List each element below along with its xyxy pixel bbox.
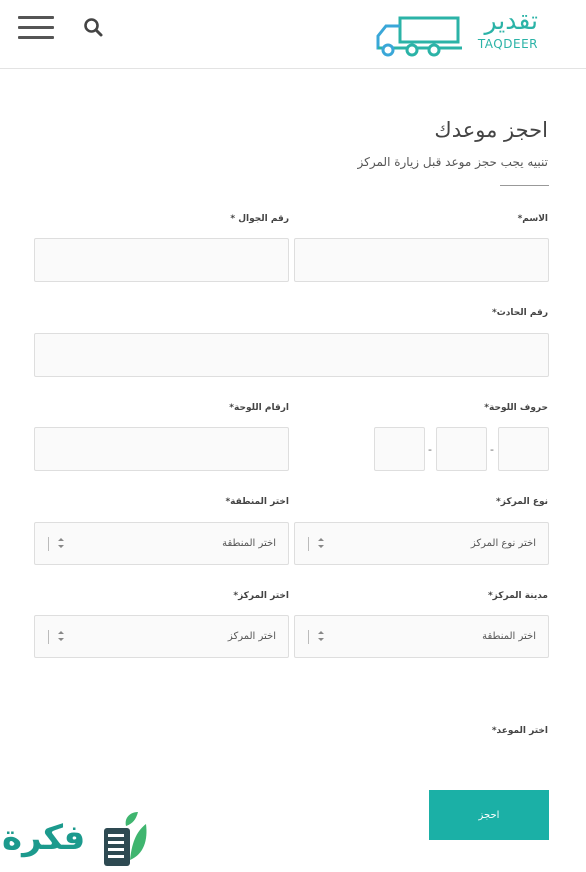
book-leaf-icon	[104, 812, 147, 866]
center-select[interactable]: اختر المركز	[34, 615, 289, 658]
appointment-label: اختر الموعد*	[491, 726, 548, 736]
center-city-select[interactable]: اختر المنطقة	[294, 615, 549, 658]
select-divider	[48, 630, 49, 644]
center-label: اختر المركز*	[233, 591, 289, 601]
select-divider	[308, 630, 309, 644]
menu-icon[interactable]	[18, 14, 54, 40]
plate-numbers-input[interactable]	[34, 427, 289, 471]
plate-numbers-label: ارقام اللوحة*	[229, 403, 289, 413]
center-value: اختر المركز	[227, 631, 276, 642]
accident-number-label: رقم الحادث*	[492, 308, 548, 318]
page-title: احجز موعدك	[434, 118, 548, 142]
watermark-logo: فكرة	[0, 806, 160, 872]
search-icon[interactable]	[82, 16, 106, 40]
truck-icon	[376, 16, 462, 57]
accident-number-input[interactable]	[34, 333, 549, 377]
center-type-label: نوع المركز*	[496, 497, 548, 507]
center-city-label: مدينة المركز*	[487, 591, 548, 601]
name-label: الاسم*	[517, 214, 548, 224]
logo-arabic: تقدير	[484, 6, 538, 35]
page-subtitle: تنبيه يجب حجز موعد قبل زيارة المركز	[357, 155, 548, 169]
mobile-input[interactable]	[34, 238, 289, 282]
select-divider	[48, 537, 49, 551]
center-type-select[interactable]: اختر نوع المركز	[294, 522, 549, 565]
plate-letter-3-input[interactable]	[374, 427, 425, 471]
book-button[interactable]: احجز	[429, 790, 549, 840]
select-arrows-icon	[58, 631, 64, 641]
plate-separator: -	[490, 443, 494, 456]
region-select[interactable]: اختر المنطقة	[34, 522, 289, 565]
plate-letter-1-input[interactable]	[498, 427, 549, 471]
select-arrows-icon	[318, 631, 324, 641]
select-arrows-icon	[318, 538, 324, 548]
region-value: اختر المنطقة	[222, 538, 276, 549]
plate-separator: -	[428, 443, 432, 456]
title-divider	[500, 185, 549, 186]
watermark-text: فكرة	[2, 818, 86, 858]
region-label: اختر المنطقة*	[225, 497, 289, 507]
plate-letter-2-input[interactable]	[436, 427, 487, 471]
center-type-value: اختر نوع المركز	[470, 538, 536, 549]
select-divider	[308, 537, 309, 551]
mobile-label: رقم الجوال *	[230, 214, 289, 224]
center-city-value: اختر المنطقة	[482, 631, 536, 642]
name-input[interactable]	[294, 238, 549, 282]
select-arrows-icon	[58, 538, 64, 548]
logo-english: TAQDEER	[477, 37, 538, 51]
logo[interactable]: تقدير TAQDEER	[370, 6, 542, 57]
plate-letters-label: حروف اللوحة*	[484, 403, 548, 413]
site-header: تقدير TAQDEER	[0, 0, 586, 69]
